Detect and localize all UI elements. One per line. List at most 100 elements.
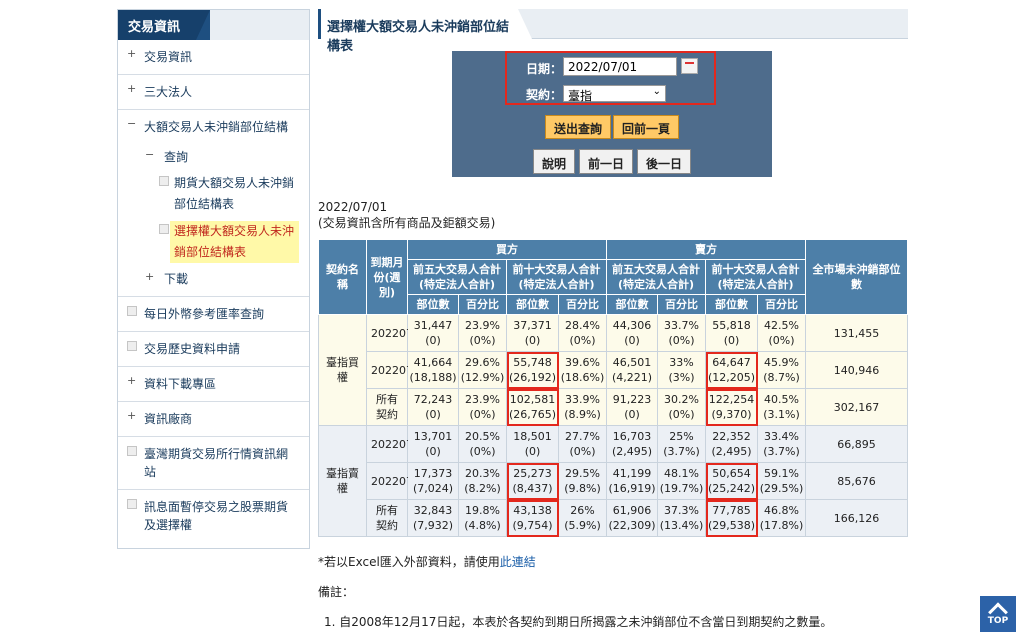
contract-name-cell: 臺指賣權 [318, 425, 367, 537]
s10-position-cell: 55,818 (0) [705, 314, 758, 352]
s5-percent-cell: 37.3% (13.4%) [657, 499, 706, 537]
s5-percent-cell: 30.2% (0%) [657, 388, 706, 426]
s5-position-cell: 16,703 (2,495) [606, 425, 658, 463]
s5-percent-cell: 25% (3.7%) [657, 425, 706, 463]
header-pos: 部位數 [705, 294, 758, 315]
calendar-icon[interactable] [681, 58, 698, 74]
table-row: 臺指賣權 202207W1 13,701 (0) 20.5% (0%) 18,501 (0) 2… [318, 425, 908, 537]
remark-label: 備註： [318, 585, 355, 599]
notes: *若以Excel匯入外部資料，請使用此連結 備註： 1. 自2008年12月17… [318, 555, 833, 629]
b10-position-cell: 43,138 (9,754) [506, 499, 559, 537]
sidebar-item-suspension[interactable]: 訊息面暫停交易之股票期貨及選擇權 [118, 490, 309, 542]
s10-percent-cell: 42.5% (0%) [757, 314, 806, 352]
market-total-cell: 131,455 [805, 314, 908, 352]
b10-percent-cell: 33.9% (8.9%) [558, 388, 607, 426]
square-bullet-icon [127, 306, 137, 316]
b5-percent-cell: 19.8% (4.8%) [458, 499, 507, 537]
b5-position-cell: 31,447 (0) [407, 314, 459, 352]
sidebar-item-large-trader[interactable]: − 大額交易人未沖銷部位結構 [118, 110, 309, 144]
sidebar-item-trading-info[interactable]: + 交易資訊 [118, 40, 309, 75]
s10-percent-cell: 45.9% (8.7%) [757, 351, 806, 389]
minus-icon: − [127, 117, 137, 130]
market-total-cell: 140,946 [805, 351, 908, 389]
plus-icon: + [127, 374, 137, 387]
header-sell-top5: 前五大交易人合計(特定法人合計) [606, 259, 706, 295]
b10-percent-cell: 28.4% (0%) [558, 314, 607, 352]
sidebar: 交易資訊 + 交易資訊 + 三大法人 − 大額交易人未沖銷部位結構 − 查詢 期… [117, 9, 310, 549]
back-button[interactable]: 回前一頁 [613, 115, 680, 139]
sidebar-item-vendors[interactable]: + 資訊廠商 [118, 402, 309, 437]
square-bullet-icon [127, 341, 137, 351]
plus-icon: + [127, 47, 137, 60]
month-cell: 所有契約 [366, 499, 408, 537]
sidebar-sub-futures-table[interactable]: 期貨大額交易人未沖銷部位結構表 [118, 170, 309, 218]
market-total-cell: 66,895 [805, 425, 908, 463]
sidebar-item-download-zone[interactable]: + 資料下載專區 [118, 367, 309, 402]
b10-percent-cell: 39.6% (18.6%) [558, 351, 607, 389]
result-scope: (交易資訊含所有商品及鉅額交易) [318, 216, 496, 230]
s5-percent-cell: 33% (3%) [657, 351, 706, 389]
plus-icon: + [127, 82, 137, 95]
b5-percent-cell: 20.5% (0%) [458, 425, 507, 463]
square-bullet-icon [127, 499, 137, 509]
header-pos: 部位數 [606, 294, 658, 315]
header-buy-top5: 前五大交易人合計(特定法人合計) [407, 259, 507, 295]
sidebar-item-history-request[interactable]: 交易歷史資料申請 [118, 332, 309, 367]
sidebar-sub-options-table[interactable]: 選擇權大額交易人未沖銷部位結構表 [118, 218, 309, 266]
contract-name-cell: 臺指買權 [318, 314, 367, 426]
square-bullet-icon [127, 446, 137, 456]
header-buy: 買方 [407, 239, 607, 260]
date-label: 日期： [526, 62, 563, 76]
sidebar-sub-query[interactable]: − 查詢 [118, 144, 309, 170]
excel-link[interactable]: 此連結 [500, 555, 536, 569]
prev-day-button[interactable]: 前一日 [579, 149, 634, 174]
positions-table: 契約名稱 到期月份(週別) 買方 賣方 全市場未沖銷部位數 前五大交易人合計(特… [318, 239, 908, 537]
sidebar-item-institutional[interactable]: + 三大法人 [118, 75, 309, 110]
title-bar: 選擇權大額交易人未沖銷部位結構表 [318, 9, 908, 54]
s10-position-cell: 64,647 (12,205) [705, 351, 758, 389]
date-info: 2022/07/01 (交易資訊含所有商品及鉅額交易) [318, 199, 495, 231]
sidebar-sub-download[interactable]: + 下載 [118, 266, 309, 297]
nav-row: 說明 前一日 後一日 [452, 145, 772, 177]
s10-position-cell: 77,785 (29,538) [705, 499, 758, 537]
market-total-cell: 166,126 [805, 499, 908, 537]
s10-percent-cell: 59.1% (29.5%) [757, 462, 806, 500]
sidebar-header: 交易資訊 [118, 10, 309, 40]
s10-position-cell: 22,352 (2,495) [705, 425, 758, 463]
s10-position-cell: 122,254 (9,370) [705, 388, 758, 426]
b5-position-cell: 13,701 (0) [407, 425, 459, 463]
sidebar-item-fx-rate[interactable]: 每日外幣參考匯率查詢 [118, 297, 309, 332]
b10-position-cell: 102,581 (26,765) [506, 388, 559, 426]
s10-percent-cell: 40.5% (3.1%) [757, 388, 806, 426]
help-button[interactable]: 說明 [533, 149, 576, 174]
header-buy-top10: 前十大交易人合計(特定法人合計) [506, 259, 607, 295]
table-row: 202207 17,373 (7,024) 20.3% (8.2%) 25,273 (8,4… [319, 462, 908, 500]
header-total: 全市場未沖銷部位數 [805, 239, 908, 315]
square-bullet-icon [159, 224, 169, 234]
b10-position-cell: 37,371 (0) [506, 314, 559, 352]
b10-percent-cell: 29.5% (9.8%) [558, 462, 607, 500]
date-input[interactable]: 2022/07/01 [563, 57, 677, 76]
header-sell: 賣方 [606, 239, 806, 260]
contract-label: 契約： [526, 88, 563, 102]
next-day-button[interactable]: 後一日 [637, 149, 692, 174]
sidebar-item-market-site[interactable]: 臺灣期貨交易所行情資訊網站 [118, 437, 309, 490]
back-to-top-button[interactable]: TOP [980, 596, 1016, 632]
header-pct: 百分比 [458, 294, 507, 315]
header-sell-top10: 前十大交易人合計(特定法人合計) [705, 259, 806, 295]
header-pct: 百分比 [757, 294, 806, 315]
contract-select[interactable]: 臺指 ⌄ [563, 85, 666, 103]
s5-position-cell: 41,199 (16,919) [606, 462, 658, 500]
plus-icon: + [127, 409, 137, 422]
submit-button[interactable]: 送出查詢 [545, 115, 612, 139]
month-cell: 所有契約 [366, 388, 408, 426]
month-cell: 202207W1 [366, 314, 431, 352]
b5-percent-cell: 23.9% (0%) [458, 314, 507, 352]
main-content: 選擇權大額交易人未沖銷部位結構表 日期： 2022/07/01 契約： 臺指 ⌄… [318, 9, 908, 629]
s10-percent-cell: 33.4% (3.7%) [757, 425, 806, 463]
b5-position-cell: 17,373 (7,024) [407, 462, 459, 500]
s5-position-cell: 44,306 (0) [606, 314, 658, 352]
s5-position-cell: 46,501 (4,221) [606, 351, 658, 389]
header-contract: 契約名稱 [318, 239, 367, 315]
header-pct: 百分比 [558, 294, 607, 315]
